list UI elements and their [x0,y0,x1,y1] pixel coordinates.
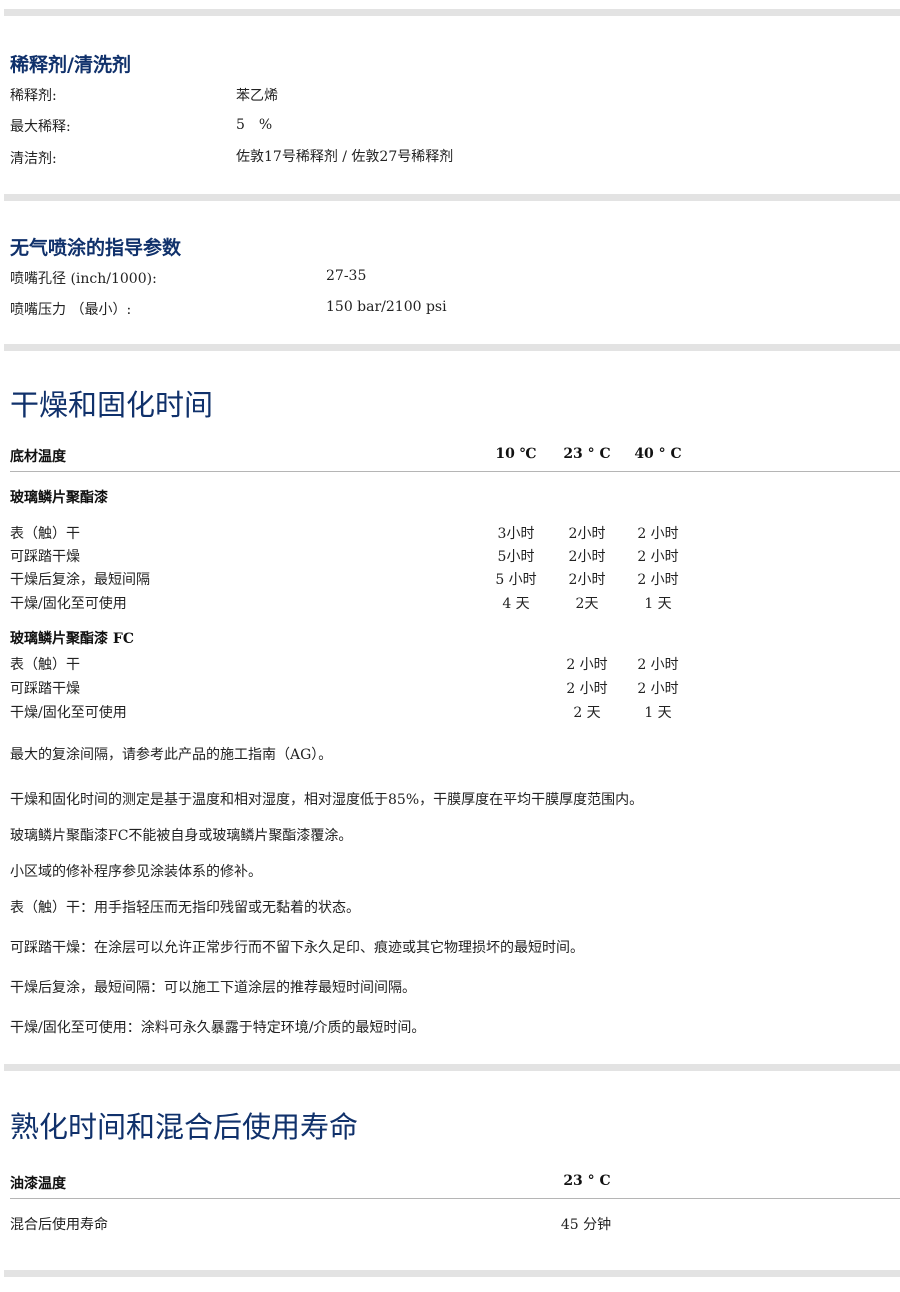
note-paragraph: 干燥后复涂，最短间隔：可以施工下道涂层的推荐最短时间间隔。 [10,980,416,996]
nozzle-tip-label: 喷嘴孔径 (inch/1000): [10,271,157,287]
note-paragraph: 最大的复涂间隔，请参考此产品的施工指南（AG）。 [10,747,333,763]
nozzle-tip-value: 27-35 [326,268,367,284]
cell-23: 2小时 [568,572,606,588]
paint-temp-header: 油漆温度 [10,1176,66,1192]
thinner-label: 稀释剂: [10,88,57,104]
group-title: 玻璃鳞片聚酯漆 [10,490,108,506]
cell-10: 3小时 [497,526,535,542]
cell-40: 2 小时 [637,572,679,588]
cell-40: 2 小时 [637,526,679,542]
airless-section-title: 无气喷涂的指导参数 [10,237,182,259]
section-divider [4,9,900,16]
drying-section-title: 干燥和固化时间 [10,388,214,422]
row-label: 干燥/固化至可使用 [10,705,127,721]
cleaner-value: 佐敦17号稀释剂 / 佐敦27号稀释剂 [236,149,454,165]
table-header-rule [10,471,900,472]
cell-23: 2 小时 [566,657,608,673]
note-paragraph: 表（触）干：用手指轻压而无指印残留或无黏着的状态。 [10,900,360,916]
cell-40: 2 小时 [637,681,679,697]
row-label: 干燥/固化至可使用 [10,596,127,612]
cell-10: 4 天 [502,596,530,612]
section-divider [4,344,900,351]
nozzle-pressure-value: 150 bar/2100 psi [326,299,447,315]
temp-40-header: 40 ° C [634,446,682,462]
cell-23: 2 天 [573,705,601,721]
temp-10-header: 10 ℃ [495,446,537,462]
group-title: 玻璃鳞片聚酯漆 FC [10,631,134,647]
cell-10: 5小时 [497,549,535,565]
cell-23: 2小时 [568,549,606,565]
thinner-value: 苯乙烯 [236,88,278,104]
cleaner-label: 清洁剂: [10,151,57,167]
cell-40: 1 天 [644,705,672,721]
cell-40: 2 小时 [637,549,679,565]
nozzle-pressure-label: 喷嘴压力 （最小）: [10,302,132,318]
pot-life-label: 混合后使用寿命 [10,1217,108,1233]
section-divider [4,194,900,201]
note-paragraph: 干燥和固化时间的测定是基于温度和相对湿度，相对湿度低于85%，干膜厚度在平均干膜… [10,792,644,808]
cell-10: 5 小时 [495,572,537,588]
row-label: 可踩踏干燥 [10,549,80,565]
row-label: 干燥后复涂，最短间隔 [10,572,150,588]
cell-23: 2 小时 [566,681,608,697]
cell-40: 2 小时 [637,657,679,673]
note-paragraph: 可踩踏干燥：在涂层可以允许正常步行而不留下永久足印、痕迹或其它物理损坏的最短时间… [10,940,584,956]
row-label: 表（触）干 [10,526,80,542]
note-paragraph: 小区域的修补程序参见涂装体系的修补。 [10,864,262,880]
note-paragraph: 干燥/固化至可使用：涂料可永久暴露于特定环境/介质的最短时间。 [10,1020,426,1036]
row-label: 表（触）干 [10,657,80,673]
note-paragraph: 玻璃鳞片聚酯漆FC不能被自身或玻璃鳞片聚酯漆覆涂。 [10,828,353,844]
max-thinning-value: 5 % [236,117,273,133]
potlife-section-title: 熟化时间和混合后使用寿命 [10,1110,359,1144]
section-divider [4,1064,900,1071]
cell-23: 2天 [575,596,599,612]
row-label: 可踩踏干燥 [10,681,80,697]
table-header-rule [10,1198,900,1199]
temp-23-header: 23 ° C [563,446,611,462]
pot-life-value: 45 分钟 [560,1217,612,1233]
thinner-section-title: 稀释剂/清洗剂 [10,54,131,76]
max-thinning-label: 最大稀释: [10,119,71,135]
substrate-temp-header: 底材温度 [10,449,66,465]
cell-40: 1 天 [644,596,672,612]
cell-23: 2小时 [568,526,606,542]
temp-23-header: 23 ° C [563,1173,611,1189]
section-divider [4,1270,900,1277]
